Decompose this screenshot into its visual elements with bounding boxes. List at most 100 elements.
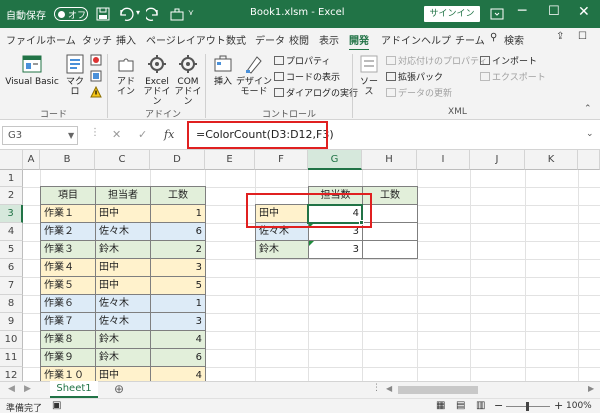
view-code-button[interactable]: コードの表示 xyxy=(274,70,340,83)
table-cell[interactable]: 1 xyxy=(150,204,206,223)
row-header[interactable]: 7 xyxy=(0,277,23,295)
macro-record-icon[interactable]: ▣ xyxy=(52,400,61,411)
table-header-cell[interactable]: 担当者 xyxy=(95,186,151,205)
table-cell[interactable]: 4 xyxy=(150,366,206,381)
summary-person-cell[interactable]: 鈴木 xyxy=(255,240,309,259)
name-box-dropdown-icon[interactable]: ▼ xyxy=(68,131,74,140)
row-header[interactable]: 6 xyxy=(0,259,23,277)
zoom-slider-thumb[interactable] xyxy=(526,402,529,411)
col-header[interactable]: F xyxy=(255,150,308,170)
save-icon[interactable] xyxy=(96,7,110,21)
tab-file[interactable]: ファイル xyxy=(6,32,46,47)
table-cell[interactable]: 4 xyxy=(150,330,206,349)
table-header-cell[interactable]: 工数 xyxy=(150,186,206,205)
name-box[interactable]: G3 xyxy=(2,126,78,145)
enter-icon[interactable]: ✓ xyxy=(138,128,147,141)
table-cell[interactable]: 6 xyxy=(150,348,206,367)
worksheet-grid[interactable]: A B C D E F G H I J K 1 2 3 4 5 6 7 8 9 … xyxy=(0,150,600,381)
tab-insert[interactable]: 挿入 xyxy=(116,32,136,47)
table-cell[interactable]: 作業９ xyxy=(40,348,96,367)
table-cell[interactable]: 佐々木 xyxy=(95,312,151,331)
tab-team[interactable]: チーム xyxy=(455,32,485,47)
table-cell[interactable]: 田中 xyxy=(95,366,151,381)
select-all-corner[interactable] xyxy=(0,150,23,170)
table-cell[interactable]: 作業５ xyxy=(40,276,96,295)
col-header[interactable]: I xyxy=(417,150,470,170)
macro-security-icon[interactable] xyxy=(90,86,102,98)
zoom-level[interactable]: 100% xyxy=(566,401,592,411)
col-header[interactable]: C xyxy=(95,150,150,170)
maximize-icon[interactable]: ☐ xyxy=(548,4,560,19)
table-cell[interactable]: 作業６ xyxy=(40,294,96,313)
row-header[interactable]: 12 xyxy=(0,367,23,381)
col-header-partial[interactable] xyxy=(578,150,600,170)
normal-view-icon[interactable]: ▦ xyxy=(436,400,445,411)
page-layout-view-icon[interactable]: ▤ xyxy=(456,400,465,411)
tab-review[interactable]: 校閲 xyxy=(289,32,309,47)
properties-button[interactable]: プロパティ xyxy=(274,54,330,67)
row-header-selected[interactable]: 3 xyxy=(0,205,23,223)
next-sheet-icon[interactable]: ▶ xyxy=(24,384,31,394)
com-addin-button[interactable]: COM アドイン xyxy=(174,53,202,107)
tab-formulas[interactable]: 数式 xyxy=(226,32,246,47)
col-header[interactable]: E xyxy=(205,150,255,170)
tab-split-handle[interactable]: ⋮ xyxy=(372,383,381,393)
table-cell[interactable]: 鈴木 xyxy=(95,348,151,367)
col-header-selected[interactable]: G xyxy=(308,150,362,170)
tell-me-icon[interactable]: ⚲ xyxy=(490,32,497,43)
relative-reference-icon[interactable] xyxy=(90,70,102,82)
ribbon-display-icon[interactable] xyxy=(490,8,504,20)
expansion-pack-button[interactable]: 拡張パック xyxy=(386,70,443,83)
map-properties-button[interactable]: 対応付けのプロパティ xyxy=(386,54,487,67)
table-cell[interactable]: 作業３ xyxy=(40,240,96,259)
row-header[interactable]: 2 xyxy=(0,187,23,205)
table-cell[interactable]: 1 xyxy=(150,294,206,313)
table-cell[interactable]: 田中 xyxy=(95,204,151,223)
table-cell[interactable]: 作業１０ xyxy=(40,366,96,381)
signin-button[interactable]: サインイン xyxy=(424,6,480,22)
tab-data[interactable]: データ xyxy=(255,32,285,47)
collapse-ribbon-icon[interactable]: ⌃ xyxy=(584,104,592,114)
table-cell[interactable]: 作業２ xyxy=(40,222,96,241)
close-icon[interactable]: ✕ xyxy=(578,4,590,20)
row-header[interactable]: 11 xyxy=(0,349,23,367)
source-button[interactable]: ソース xyxy=(356,53,382,97)
col-header[interactable]: A xyxy=(23,150,40,170)
hscroll-right-icon[interactable]: ▶ xyxy=(588,384,594,393)
summary-count-cell[interactable]: 3 xyxy=(308,240,363,259)
table-cell[interactable]: 作業８ xyxy=(40,330,96,349)
design-mode-button[interactable]: デザイン モード xyxy=(236,53,272,97)
zoom-in-icon[interactable]: + xyxy=(554,399,563,412)
row-header[interactable]: 5 xyxy=(0,241,23,259)
touch-mode-icon[interactable] xyxy=(170,7,184,21)
undo-dropdown-icon[interactable]: ▾ xyxy=(136,8,140,17)
row-header[interactable]: 8 xyxy=(0,295,23,313)
visual-basic-button[interactable]: Visual Basic xyxy=(4,53,60,87)
row-header[interactable]: 1 xyxy=(0,170,23,187)
sheet-tab-sheet1[interactable]: Sheet1 xyxy=(50,381,98,398)
table-cell[interactable]: 田中 xyxy=(95,276,151,295)
tab-touch[interactable]: タッチ xyxy=(82,32,112,47)
col-header[interactable]: H xyxy=(362,150,417,170)
table-cell[interactable]: 作業４ xyxy=(40,258,96,277)
prev-sheet-icon[interactable]: ◀ xyxy=(8,384,15,394)
tab-help[interactable]: ヘルプ xyxy=(421,32,451,47)
tab-addins[interactable]: アドイン xyxy=(381,32,421,47)
tab-view[interactable]: 表示 xyxy=(319,32,339,47)
error-indicator-icon[interactable] xyxy=(309,241,314,246)
insert-control-button[interactable]: 挿入 xyxy=(210,53,236,87)
col-header[interactable]: K xyxy=(525,150,578,170)
table-cell[interactable]: 3 xyxy=(150,312,206,331)
row-header[interactable]: 10 xyxy=(0,331,23,349)
row-header[interactable]: 4 xyxy=(0,223,23,241)
redo-icon[interactable] xyxy=(146,7,160,21)
comments-icon[interactable]: ☐ xyxy=(578,31,587,42)
refresh-data-button[interactable]: データの更新 xyxy=(386,86,452,99)
addin-button[interactable]: アド イン xyxy=(112,53,140,97)
table-cell[interactable]: 6 xyxy=(150,222,206,241)
tab-page-layout[interactable]: ページレイアウト xyxy=(146,32,226,47)
table-cell[interactable]: 5 xyxy=(150,276,206,295)
run-dialog-button[interactable]: ダイアログの実行 xyxy=(274,86,358,99)
table-cell[interactable]: 作業７ xyxy=(40,312,96,331)
summary-hours-cell[interactable] xyxy=(362,240,418,259)
